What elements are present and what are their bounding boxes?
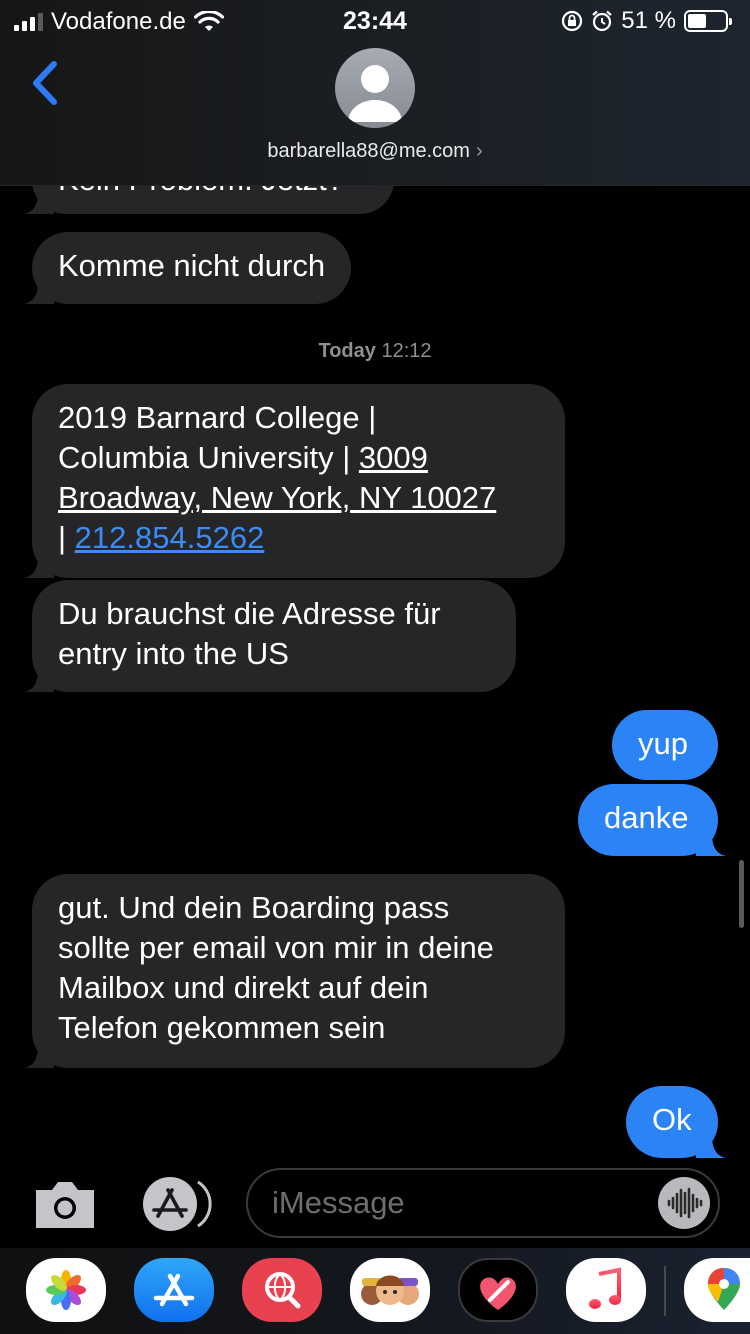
bubble-tail <box>24 282 54 304</box>
address-link[interactable]: Broadway, New York, NY 10027 <box>58 480 496 515</box>
back-button[interactable] <box>26 58 66 108</box>
message-sent[interactable]: yup <box>612 710 718 780</box>
audio-message-button[interactable] <box>658 1177 710 1229</box>
waveform-icon <box>667 1187 703 1219</box>
message-text: entry into the US <box>58 636 289 671</box>
message-text: Telefon gekommen sein <box>58 1010 386 1045</box>
battery-percent: 51 % <box>621 7 676 34</box>
orientation-lock-icon <box>562 10 583 32</box>
drawer-divider <box>664 1266 666 1316</box>
timestamp: Today 12:12 <box>0 340 750 363</box>
app-drawer <box>0 1248 750 1334</box>
photos-icon[interactable] <box>26 1258 106 1322</box>
bubble-tail <box>24 670 54 692</box>
message-received[interactable]: Du brauchst die Adresse für entry into t… <box>24 580 516 692</box>
status-bar: Vodafone.de 23:44 51 % <box>0 0 750 40</box>
timestamp-day: Today <box>318 340 376 362</box>
bubble-tail <box>696 1136 726 1158</box>
scrollbar[interactable] <box>739 860 744 928</box>
chevron-right-icon: › <box>475 140 483 162</box>
bubble-tail <box>696 834 726 856</box>
message-field[interactable] <box>246 1168 720 1238</box>
message-text: sollte per email von mir in deine <box>58 930 494 965</box>
message-text: | <box>58 520 75 555</box>
battery-icon <box>684 10 732 32</box>
message-text: Komme nicht durch <box>58 248 326 283</box>
phone-link[interactable]: 212.854.5262 <box>75 520 265 555</box>
message-sent[interactable]: danke <box>578 784 726 856</box>
message-text: Ok <box>652 1102 692 1137</box>
conversation-header: Vodafone.de 23:44 51 % barbarella88@me.c… <box>0 0 750 186</box>
message-text: 2019 Barnard College | <box>58 400 377 435</box>
message-text: Du brauchst die Adresse für <box>58 596 441 631</box>
digital-touch-icon[interactable] <box>458 1258 538 1322</box>
address-link[interactable]: 3009 <box>359 440 428 475</box>
contact-avatar[interactable] <box>335 48 415 128</box>
memoji-icon[interactable] <box>350 1258 430 1322</box>
bubble-tail <box>24 1046 54 1068</box>
message-text: yup <box>638 726 688 761</box>
app-store-icon[interactable] <box>138 1174 214 1234</box>
message-text: Mailbox und direkt auf dein <box>58 970 429 1005</box>
compose-bar <box>0 1158 750 1248</box>
timestamp-time: 12:12 <box>381 340 432 362</box>
web-search-icon[interactable] <box>242 1258 322 1322</box>
contact-name[interactable]: barbarella88@me.com › <box>0 140 750 163</box>
message-received[interactable]: gut. Und dein Boarding pass sollte per e… <box>24 874 565 1068</box>
message-text: gut. Und dein Boarding pass <box>58 890 450 925</box>
camera-icon[interactable] <box>30 1174 100 1234</box>
person-icon <box>348 65 402 122</box>
message-received[interactable]: 2019 Barnard College | Columbia Universi… <box>24 384 565 578</box>
message-text: danke <box>604 800 689 835</box>
message-sent[interactable]: Ok <box>626 1086 726 1158</box>
google-maps-icon[interactable] <box>684 1258 750 1322</box>
contact-email[interactable]: barbarella88@me.com <box>267 140 470 162</box>
app-store-icon[interactable] <box>134 1258 214 1322</box>
bubble-tail <box>24 556 54 578</box>
message-received[interactable]: Komme nicht durch <box>24 232 352 304</box>
music-icon[interactable] <box>566 1258 646 1322</box>
message-text: Columbia University | <box>58 440 359 475</box>
alarm-icon <box>592 10 613 32</box>
bubble-tail <box>24 192 54 214</box>
message-input[interactable] <box>272 1170 632 1236</box>
